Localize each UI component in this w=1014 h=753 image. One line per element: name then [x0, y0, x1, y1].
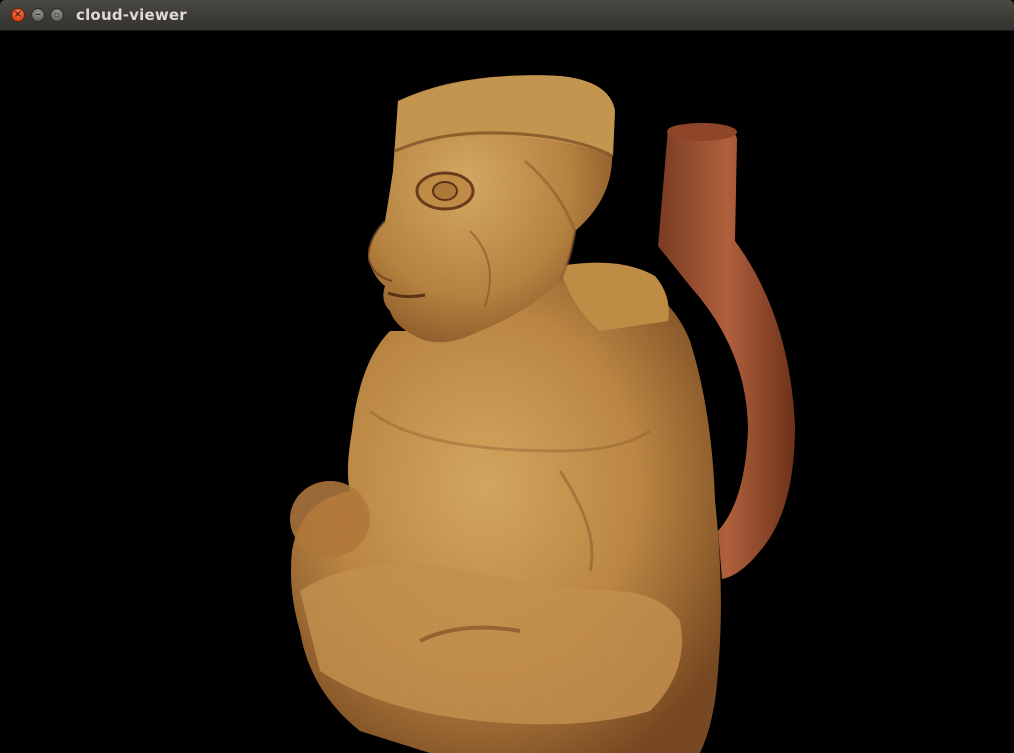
minimize-icon: – [35, 9, 41, 20]
maximize-button[interactable]: ▫ [50, 8, 64, 22]
close-button[interactable]: × [11, 8, 25, 22]
title-bar[interactable]: × – ▫ cloud-viewer [0, 0, 1014, 31]
window-title: cloud-viewer [76, 6, 187, 24]
maximize-icon: ▫ [54, 10, 60, 19]
close-icon: × [13, 9, 23, 20]
app-window: × – ▫ cloud-viewer [0, 0, 1014, 753]
figure-body [290, 266, 721, 753]
3d-viewport[interactable] [0, 31, 1014, 753]
minimize-button[interactable]: – [31, 8, 45, 22]
point-cloud-render[interactable] [0, 31, 1014, 753]
